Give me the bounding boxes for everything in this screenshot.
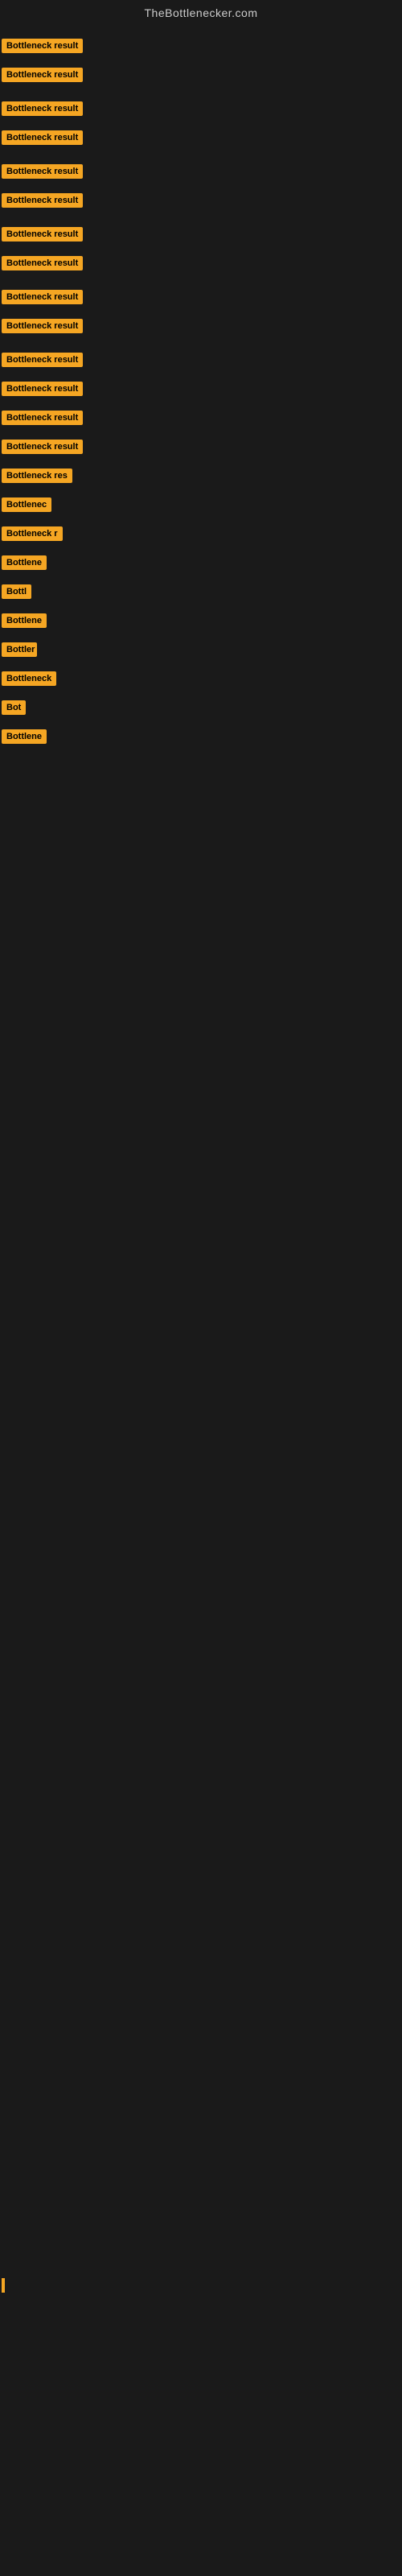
list-item: Bottleneck result — [2, 409, 402, 427]
bottleneck-badge[interactable]: Bottlene — [2, 555, 47, 570]
list-item: Bottleneck result — [2, 380, 402, 398]
bottleneck-badge[interactable]: Bottler — [2, 642, 37, 657]
list-item: Bottleneck result — [2, 100, 402, 118]
bottleneck-badge[interactable]: Bottleneck result — [2, 193, 83, 208]
list-item: Bottlene — [2, 612, 402, 630]
list-item: Bottleneck result — [2, 163, 402, 180]
bottleneck-badge[interactable]: Bottleneck result — [2, 440, 83, 454]
list-item: Bottleneck result — [2, 37, 402, 55]
bottleneck-badge[interactable]: Bottleneck result — [2, 256, 83, 270]
bottleneck-badge[interactable]: Bottlenec — [2, 497, 51, 512]
bottleneck-badge[interactable]: Bottl — [2, 584, 31, 599]
list-item: Bottleneck result — [2, 351, 402, 369]
bottleneck-badge[interactable]: Bottleneck result — [2, 68, 83, 82]
list-item: Bottlene — [2, 728, 402, 745]
list-item: Bottleneck res — [2, 467, 402, 485]
list-item: Bottlenec — [2, 496, 402, 514]
list-item: Bottlene — [2, 554, 402, 572]
bottleneck-badge[interactable]: Bottleneck r — [2, 526, 63, 541]
bottleneck-badge[interactable]: Bottleneck res — [2, 469, 72, 483]
bottleneck-badge[interactable]: Bottlene — [2, 729, 47, 744]
list-item: Bottleneck result — [2, 317, 402, 335]
list-item: Bottleneck result — [2, 66, 402, 84]
items-container: Bottleneck result Bottleneck result Bottle… — [0, 23, 402, 749]
bottleneck-badge[interactable]: Bottleneck result — [2, 130, 83, 145]
bottleneck-badge[interactable]: Bottleneck result — [2, 39, 83, 53]
list-item: Bot — [2, 699, 402, 716]
list-item: Bottleneck result — [2, 254, 402, 272]
list-item: Bottler — [2, 641, 402, 658]
list-item: Bottleneck result — [2, 225, 402, 243]
tiny-indicator — [2, 2278, 5, 2293]
list-item: Bottl — [2, 583, 402, 601]
list-item: Bottleneck result — [2, 438, 402, 456]
list-item: Bottleneck r — [2, 525, 402, 543]
bottleneck-badge[interactable]: Bottleneck result — [2, 227, 83, 242]
bottleneck-badge[interactable]: Bottleneck result — [2, 382, 83, 396]
bottleneck-badge[interactable]: Bottleneck result — [2, 411, 83, 425]
page-wrapper: TheBottlenecker.com Bottleneck resultBot… — [0, 0, 402, 2293]
list-item: Bottleneck result — [2, 288, 402, 306]
bottleneck-badge[interactable]: Bottleneck — [2, 671, 56, 686]
bottleneck-badge[interactable]: Bottleneck result — [2, 290, 83, 304]
list-item: Bottleneck result — [2, 192, 402, 209]
list-item: Bottleneck result — [2, 129, 402, 147]
bottleneck-badge[interactable]: Bot — [2, 700, 26, 715]
bottleneck-badge[interactable]: Bottleneck result — [2, 353, 83, 367]
site-title: TheBottlenecker.com — [0, 0, 402, 23]
bottleneck-badge[interactable]: Bottleneck result — [2, 164, 83, 179]
bottleneck-badge[interactable]: Bottleneck result — [2, 101, 83, 116]
list-item: Bottleneck — [2, 670, 402, 687]
bottleneck-badge[interactable]: Bottleneck result — [2, 319, 83, 333]
bottleneck-badge[interactable]: Bottlene — [2, 613, 47, 628]
